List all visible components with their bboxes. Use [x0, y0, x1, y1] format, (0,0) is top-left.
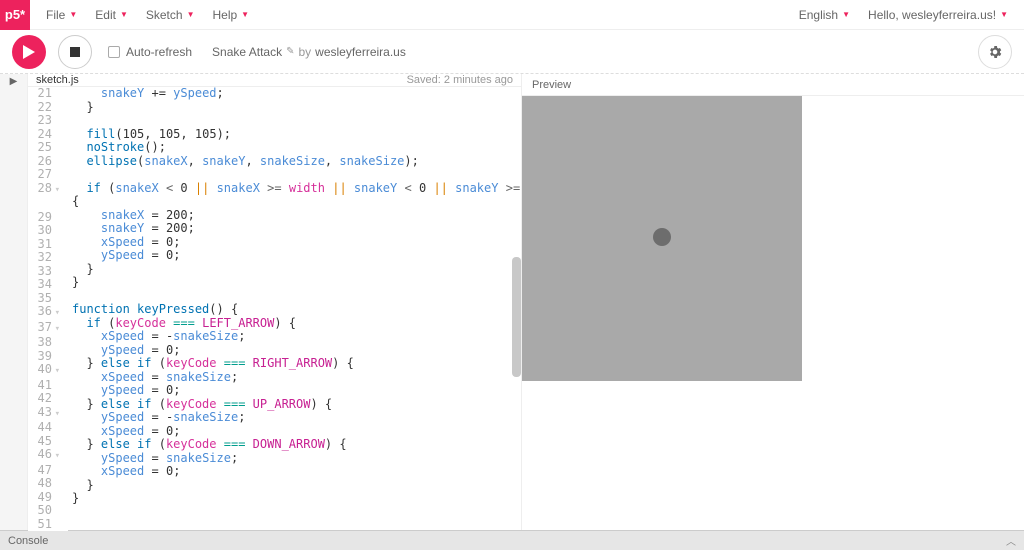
sketch-name[interactable]: Snake Attack	[212, 45, 282, 59]
saved-status: Saved: 2 minutes ago	[407, 74, 513, 86]
menu-edit[interactable]: Edit▼	[95, 8, 128, 22]
chevron-down-icon: ▼	[69, 10, 77, 19]
toolbar: Auto-refresh Snake Attack ✎ by wesleyfer…	[0, 30, 1024, 74]
menu-file[interactable]: File▼	[46, 8, 77, 22]
preview-canvas[interactable]	[522, 96, 802, 381]
sidebar-toggle[interactable]: ▶	[0, 74, 28, 530]
chevron-down-icon: ▼	[842, 10, 850, 19]
auto-refresh-label: Auto-refresh	[126, 45, 192, 59]
chevron-down-icon: ▼	[241, 10, 249, 19]
stop-icon	[70, 47, 80, 57]
by-label: by	[298, 45, 311, 59]
chevron-up-icon: ︿	[1006, 533, 1016, 548]
auto-refresh-toggle[interactable]: Auto-refresh	[108, 45, 192, 59]
menu-help[interactable]: Help▼	[212, 8, 249, 22]
menu-sketch[interactable]: Sketch▼	[146, 8, 195, 22]
code-editor[interactable]: 2122232425262728▾2930313233343536▾37▾383…	[28, 87, 521, 531]
chevron-right-icon: ▶	[10, 76, 18, 87]
user-menu[interactable]: Hello, wesleyferreira.us!▼	[868, 8, 1008, 22]
scrollbar[interactable]	[512, 87, 521, 531]
console-bar[interactable]: Console ︿	[0, 530, 1024, 550]
pencil-icon[interactable]: ✎	[286, 46, 294, 57]
preview-header: Preview	[522, 74, 1024, 96]
author-link[interactable]: wesleyferreira.us	[315, 45, 406, 59]
tab-sketch-js[interactable]: sketch.js	[36, 74, 79, 86]
top-nav: p5* File▼ Edit▼ Sketch▼ Help▼ English▼ H…	[0, 0, 1024, 30]
chevron-down-icon: ▼	[120, 10, 128, 19]
settings-button[interactable]	[978, 35, 1012, 69]
logo[interactable]: p5*	[0, 0, 30, 30]
editor-tabs: sketch.js Saved: 2 minutes ago	[28, 74, 521, 87]
chevron-down-icon: ▼	[187, 10, 195, 19]
language-selector[interactable]: English▼	[799, 8, 850, 22]
gear-icon	[987, 44, 1003, 60]
snake-ellipse	[653, 228, 671, 246]
play-button[interactable]	[12, 35, 46, 69]
checkbox-icon[interactable]	[108, 46, 120, 58]
stop-button[interactable]	[58, 35, 92, 69]
console-label: Console	[8, 535, 48, 547]
play-icon	[23, 45, 35, 59]
chevron-down-icon: ▼	[1000, 10, 1008, 19]
